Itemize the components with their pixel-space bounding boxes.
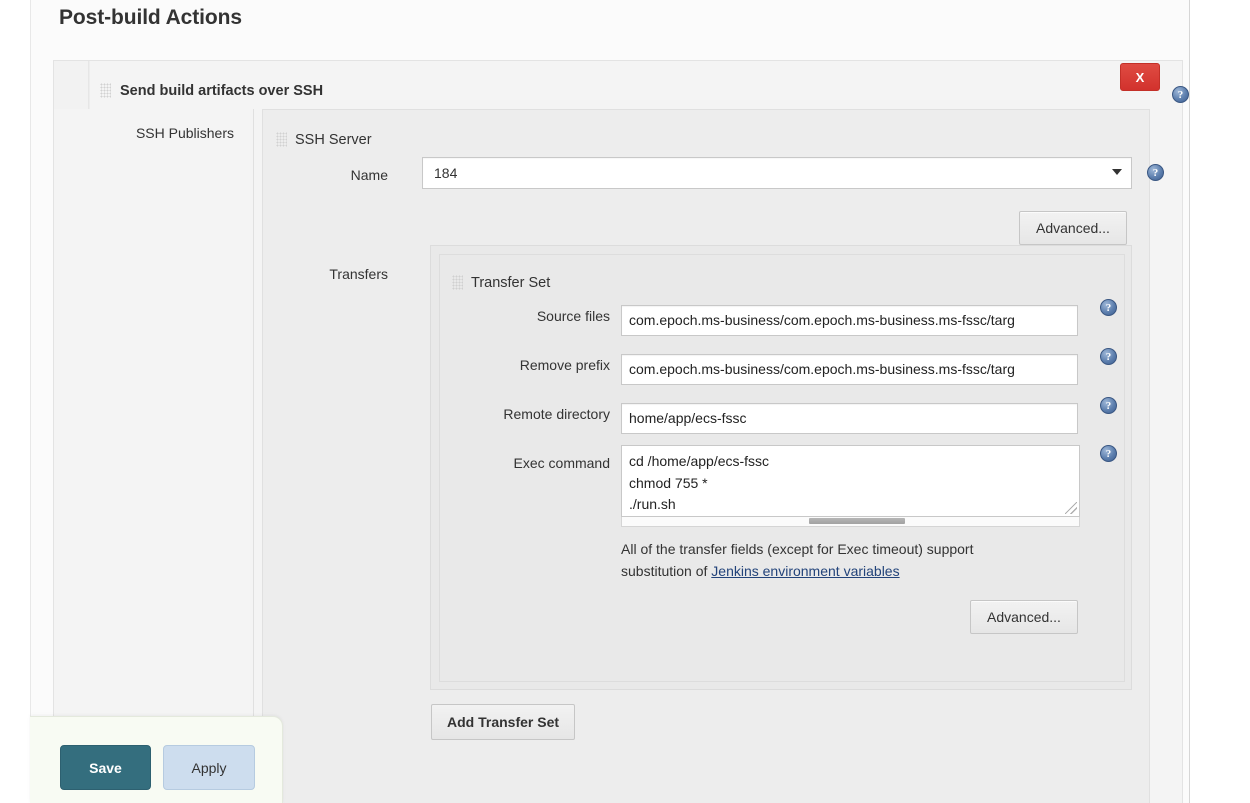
save-button[interactable]: Save — [60, 745, 151, 790]
ssh-server-title-label: SSH Server — [295, 132, 372, 148]
save-action-bar: Save Apply — [30, 716, 283, 803]
drag-grip-icon[interactable] — [100, 82, 111, 98]
ssh-publisher-header-label: Send build artifacts over SSH — [120, 83, 324, 99]
transfer-set-advanced-button[interactable]: Advanced... — [970, 600, 1078, 634]
exec-command-textarea[interactable]: cd /home/app/ecs-fssc chmod 755 * ./run.… — [621, 445, 1080, 517]
ssh-publisher-block: Send build artifacts over SSH X ? SSH Pu… — [53, 60, 1189, 803]
remote-directory-label: Remote directory — [503, 406, 610, 422]
name-label: Name — [350, 167, 388, 183]
transfers-container: Transfer Set Source files com.epoch.ms-b… — [430, 245, 1132, 690]
jenkins-post-build-actions-page: Post-build Actions Send build artifacts … — [0, 0, 1250, 803]
substitution-note: All of the transfer fields (except for E… — [621, 538, 1041, 582]
exec-command-horizontal-scrollbar[interactable] — [621, 517, 1080, 527]
drag-grip-icon[interactable] — [276, 131, 287, 147]
close-button[interactable]: X — [1120, 63, 1160, 91]
help-icon-name[interactable]: ? — [1147, 164, 1164, 181]
help-icon-remove-prefix[interactable]: ? — [1100, 348, 1117, 365]
help-icon-publisher[interactable]: ? — [1172, 86, 1189, 103]
exec-command-label: Exec command — [513, 455, 610, 471]
ssh-server-name-select-wrap: 184 — [422, 157, 1132, 189]
transfer-set-panel: Transfer Set Source files com.epoch.ms-b… — [439, 254, 1125, 682]
source-files-label: Source files — [536, 308, 610, 324]
source-files-input[interactable]: com.epoch.ms-business/com.epoch.ms-busin… — [621, 305, 1078, 336]
ssh-server-panel: SSH Server Name 184 ? Advanced... Transf… — [262, 109, 1164, 803]
apply-button[interactable]: Apply — [163, 745, 255, 790]
content-column: Post-build Actions Send build artifacts … — [30, 0, 1190, 803]
transfer-set-title: Transfer Set — [452, 274, 551, 291]
remote-directory-input[interactable]: home/app/ecs-fssc — [621, 403, 1078, 434]
remove-prefix-label: Remove prefix — [519, 357, 610, 373]
remove-prefix-input[interactable]: com.epoch.ms-business/com.epoch.ms-busin… — [621, 354, 1078, 385]
help-icon-source-files[interactable]: ? — [1100, 299, 1117, 316]
exec-command-wrap: cd /home/app/ecs-fssc chmod 755 * ./run.… — [621, 445, 1080, 527]
help-icon-exec-command[interactable]: ? — [1100, 445, 1117, 462]
ssh-server-advanced-button[interactable]: Advanced... — [1019, 211, 1127, 245]
ssh-server-name-select[interactable]: 184 — [422, 157, 1132, 189]
drag-grip-icon[interactable] — [452, 274, 463, 290]
add-transfer-set-button[interactable]: Add Transfer Set — [431, 704, 576, 740]
transfers-label: Transfers — [329, 266, 388, 282]
page-title: Post-build Actions — [59, 6, 242, 29]
transfer-set-title-label: Transfer Set — [471, 275, 551, 291]
scrollbar-thumb[interactable] — [809, 518, 906, 524]
ssh-publishers-label: SSH Publishers — [135, 125, 234, 141]
ssh-publisher-header: Send build artifacts over SSH — [100, 82, 324, 99]
help-icon-remote-directory[interactable]: ? — [1100, 397, 1117, 414]
ssh-server-title: SSH Server — [276, 131, 372, 148]
left-label-column — [54, 109, 254, 803]
jenkins-env-variables-link[interactable]: Jenkins environment variables — [711, 563, 899, 579]
